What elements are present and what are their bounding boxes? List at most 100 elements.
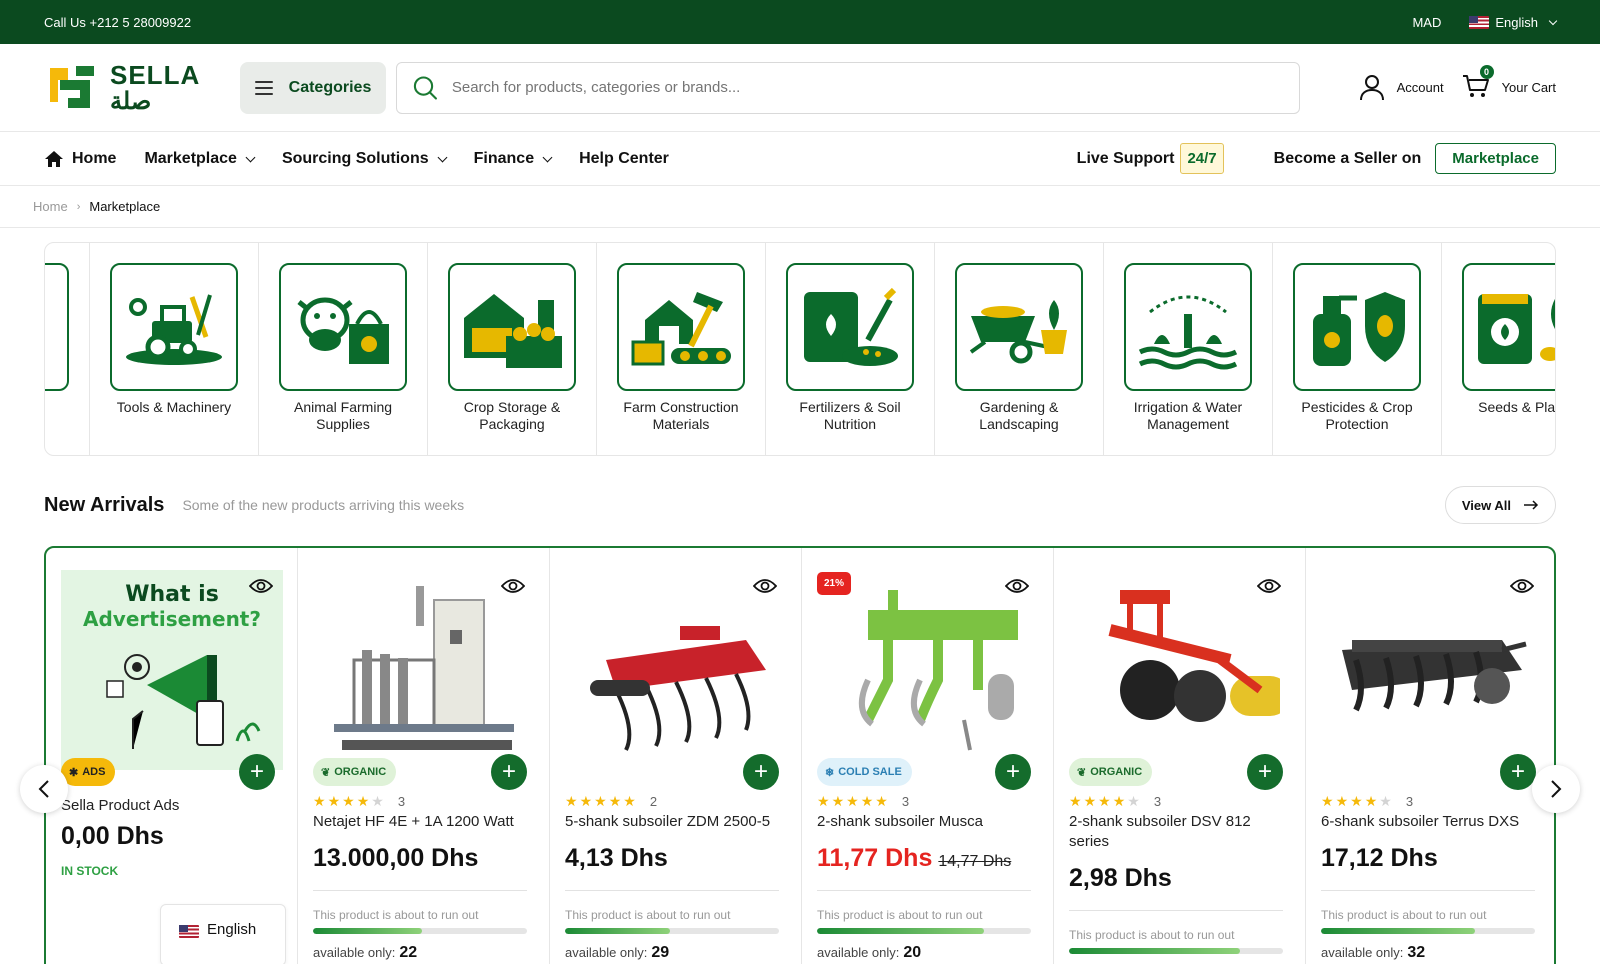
account-label: Account <box>1396 80 1444 95</box>
us-flag-icon <box>1469 15 1490 29</box>
quick-view-eye-icon[interactable] <box>1510 578 1534 594</box>
add-to-cart-button[interactable]: + <box>239 754 275 790</box>
nav-marketplace[interactable]: Marketplace <box>144 149 256 168</box>
search-input[interactable] <box>451 79 1283 96</box>
product-image <box>565 570 787 770</box>
product-card[interactable]: + ★ ★ ★ ★ ★ 2 5-shank subsoiler ZDM 2500-5 4… <box>550 548 802 964</box>
rating-stars: ★ ★ ★ ★ ★ 2 <box>565 793 658 809</box>
product-tag-cold-sale: ❄ COLD SALE <box>817 758 912 786</box>
quick-view-eye-icon[interactable] <box>249 578 273 594</box>
live-support[interactable]: Live Support 24/7 <box>1077 143 1224 174</box>
become-seller-text: Become a Seller on <box>1273 149 1422 167</box>
product-tag-label: ORGANIC <box>1090 766 1143 778</box>
ad-title-2: Advertisement? <box>83 607 261 631</box>
category-label: Tools & Machinery <box>116 399 232 415</box>
product-card[interactable]: ❦ ORGANIC + ★ ★ ★ ★ ★ 3 2-shank subsoiler DS… <box>1054 548 1306 964</box>
add-to-cart-button[interactable]: + <box>743 754 779 790</box>
product-name[interactable]: 2-shank subsoiler Musca <box>817 812 1039 832</box>
category-gardening[interactable]: Gardening & Landscaping <box>935 243 1104 455</box>
product-card[interactable]: What is Advertisement? ✱ ADS + Sella Pro… <box>46 548 298 964</box>
add-to-cart-button[interactable]: + <box>1247 754 1283 790</box>
breadcrumb-separator-icon: › <box>76 200 81 213</box>
ad-title-1: What is <box>125 582 219 607</box>
carousel-prev-button[interactable] <box>20 765 68 813</box>
view-all-button[interactable]: View All <box>1444 486 1556 524</box>
nav-sourcing[interactable]: Sourcing Solutions <box>281 149 448 168</box>
product-name[interactable]: 2-shank subsoiler DSV 812 series <box>1069 812 1291 852</box>
nav-marketplace-label: Marketplace <box>144 149 237 167</box>
new-arrivals-header: New Arrivals Some of the new products ar… <box>44 486 1556 524</box>
runout-text: This product is about to run out <box>565 908 731 922</box>
chevron-down-icon <box>437 152 448 162</box>
stock-progress-bar <box>817 928 1031 934</box>
quick-view-eye-icon[interactable] <box>1005 578 1029 594</box>
live-support-label: Live Support <box>1076 149 1175 167</box>
category-tools-machinery[interactable]: Tools & Machinery <box>90 243 259 455</box>
nav-help-center[interactable]: Help Center <box>579 150 669 168</box>
available-count: available only: 22 <box>313 944 418 961</box>
category-label: Farm Construction Materials <box>623 399 739 432</box>
review-count: 3 <box>1405 794 1414 809</box>
divider <box>1321 890 1535 891</box>
chevron-left-icon <box>38 780 49 798</box>
category-farm-construction[interactable]: Farm Construction Materials <box>597 243 766 455</box>
breadcrumb-current: Marketplace <box>89 199 161 214</box>
review-count: 3 <box>1153 794 1162 809</box>
product-card[interactable]: + ★ ★ ★ ★ ★ 3 6-shank subsoiler Terrus DXS 1… <box>1306 548 1554 964</box>
category-pesticides[interactable]: Pesticides & Crop Protection <box>1273 243 1442 455</box>
product-price: 4,13 Dhs <box>565 844 668 872</box>
section-subtitle: Some of the new products arriving this w… <box>182 497 465 513</box>
language-selector[interactable]: English <box>1469 14 1558 30</box>
product-price: 2,98 Dhs <box>1069 864 1172 892</box>
divider <box>313 890 527 891</box>
language-label: English <box>1495 14 1538 30</box>
product-name[interactable]: 6-shank subsoiler Terrus DXS <box>1321 812 1543 832</box>
nav-finance[interactable]: Finance <box>474 150 553 168</box>
product-card[interactable]: 21% ❄ COLD SALE + ★ ★ ★ ★ ★ 3 2-shank subsoi… <box>802 548 1054 964</box>
search-bar[interactable] <box>396 61 1300 114</box>
cart-link[interactable]: 0 Your Cart <box>1462 65 1556 102</box>
add-to-cart-button[interactable]: + <box>1500 754 1536 790</box>
stock-progress-bar <box>1321 928 1535 934</box>
product-image <box>313 570 535 770</box>
runout-text: This product is about to run out <box>1321 908 1487 922</box>
product-name[interactable]: Netajet HF 4E + 1A 1200 Watt <box>313 812 535 832</box>
discount-badge: 21% <box>817 572 852 595</box>
nav-home[interactable]: Home <box>44 150 116 168</box>
available-count: available only: 29 <box>565 944 670 961</box>
categories-button[interactable]: Categories <box>240 61 386 114</box>
snowflake-icon: ✱ <box>69 766 79 779</box>
available-count: available only: 32 <box>1321 944 1426 961</box>
view-all-label: View All <box>1461 497 1511 513</box>
add-to-cart-button[interactable]: + <box>491 754 527 790</box>
category-irrigation[interactable]: Irrigation & Water Management <box>1104 243 1273 455</box>
sella-logo[interactable]: SELLA صلة <box>46 62 236 114</box>
barn-hammer-icon <box>617 263 745 391</box>
category-label: Gardening & Landscaping <box>979 399 1059 432</box>
product-name[interactable]: 5-shank subsoiler ZDM 2500-5 <box>565 812 787 832</box>
stock-progress-bar <box>565 928 779 934</box>
language-switcher-popup[interactable]: English <box>160 904 286 964</box>
nav-sourcing-label: Sourcing Solutions <box>281 149 429 167</box>
product-image <box>1069 570 1291 770</box>
tractor-tools-icon <box>110 263 238 391</box>
category-fertilizers[interactable]: Fertilizers & Soil Nutrition <box>766 243 935 455</box>
add-to-cart-button[interactable]: + <box>995 754 1031 790</box>
quick-view-eye-icon[interactable] <box>1257 578 1281 594</box>
breadcrumb-home[interactable]: Home <box>33 199 68 214</box>
category-partial <box>45 243 90 455</box>
category-seeds-plants[interactable]: Seeds & Plants <box>1442 243 1555 455</box>
product-card[interactable]: ❦ ORGANIC + ★ ★ ★ ★ ★ 3 Netajet HF 4E + 1A 1… <box>298 548 550 964</box>
category-crop-storage[interactable]: Crop Storage & Packaging <box>428 243 597 455</box>
currency-selector[interactable]: MAD <box>1412 15 1441 30</box>
cow-feed-icon <box>279 263 407 391</box>
carousel-next-button[interactable] <box>1532 765 1580 813</box>
support-247-badge: 24/7 <box>1180 143 1224 174</box>
quick-view-eye-icon[interactable] <box>501 578 525 594</box>
account-link[interactable]: Account <box>1359 74 1444 102</box>
arrow-right-icon <box>1524 500 1539 510</box>
category-animal-farming[interactable]: Animal Farming Supplies <box>259 243 428 455</box>
product-tag-label: ORGANIC <box>334 766 387 778</box>
quick-view-eye-icon[interactable] <box>753 578 777 594</box>
become-seller-button[interactable]: Marketplace <box>1435 143 1556 174</box>
